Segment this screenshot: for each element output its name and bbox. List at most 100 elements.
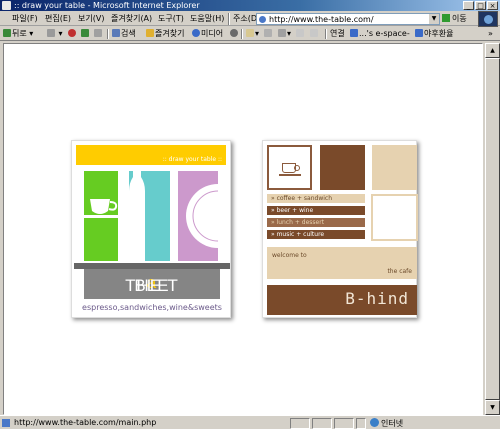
tan-tile (372, 145, 417, 190)
address-url[interactable]: http://www.the-table.com/ (269, 15, 374, 24)
cafe-menu-card: » coffee + sandwich » beer + wine » lunc… (262, 140, 418, 318)
status-panel (356, 418, 366, 429)
draw-your-table-text: :: draw your table :: (162, 156, 222, 163)
maximize-button[interactable]: □ (475, 1, 486, 10)
menu-favorites[interactable]: 즐겨찾기(A) (111, 14, 152, 24)
minimize-button[interactable]: _ (463, 1, 474, 10)
bottle-icon (129, 171, 145, 261)
close-button[interactable]: × (487, 1, 498, 10)
back-label: 뒤로 (12, 29, 27, 38)
tagline: espresso,sandwiches,wine&sweets (82, 303, 222, 312)
globe-icon (370, 418, 379, 427)
zone-label: 인터넷 (381, 419, 404, 428)
edit-button[interactable]: ▾ (278, 29, 291, 39)
toolbar-separator (325, 29, 327, 39)
toolbar-separator (107, 29, 109, 39)
print-icon (264, 29, 272, 37)
window-title-bar: :: draw your table - Microsoft Internet … (0, 0, 500, 11)
search-button[interactable]: 검색 (112, 29, 136, 39)
media-label: 미디어 (201, 29, 224, 38)
links-label: 연결 (330, 29, 345, 38)
search-icon (112, 29, 120, 37)
stop-button[interactable] (68, 29, 77, 39)
small-cup-icon (282, 163, 300, 173)
print-button[interactable] (264, 29, 273, 39)
scroll-thumb[interactable] (485, 58, 500, 400)
cup-thumbnail[interactable] (267, 145, 312, 190)
the-table-title: THE Ta BLE (84, 272, 220, 295)
link-espace[interactable]: ...'s e-space- (350, 29, 410, 39)
refresh-icon (81, 29, 89, 37)
messenger-button[interactable] (310, 29, 319, 39)
toolbar-separator (241, 29, 243, 39)
menu-help[interactable]: 도움말(H) (190, 14, 224, 24)
welcome-panel: welcome to the cafe (267, 247, 417, 279)
favorites-button[interactable]: 즐겨찾기 (146, 29, 184, 39)
b-hind-banner[interactable]: B-hind (267, 285, 417, 315)
vertical-scrollbar[interactable]: ▲ ▼ (484, 43, 500, 415)
favorites-label: 즐겨찾기 (155, 29, 185, 38)
the-cafe-text: the cafe (387, 268, 412, 275)
plate-icon (186, 184, 250, 248)
address-dropdown-icon[interactable]: ▼ (429, 14, 439, 24)
menu-separator (228, 13, 230, 25)
yellow-banner: :: draw your table :: (76, 145, 226, 165)
welcome-text: welcome to (272, 252, 307, 259)
scroll-down-icon[interactable]: ▼ (485, 400, 500, 415)
brown-tile (320, 145, 365, 190)
forward-arrow-icon (47, 29, 55, 37)
forward-button[interactable]: ▾ (47, 29, 63, 39)
history-button[interactable] (230, 29, 239, 39)
refresh-button[interactable] (81, 29, 90, 39)
link-yahoo-label: 야후환율 (424, 29, 454, 38)
lilac-panel (178, 171, 250, 261)
page-content: :: draw your table :: THE Ta BLE espresso… (3, 43, 483, 415)
go-label: 이동 (452, 14, 467, 23)
status-url: http://www.the-table.com/main.php (14, 418, 157, 427)
discuss-icon (296, 29, 304, 37)
history-icon (230, 29, 238, 37)
the-table-logo-card[interactable]: :: draw your table :: THE Ta BLE espresso… (71, 140, 250, 318)
ie-icon (2, 1, 11, 10)
menu-music-culture[interactable]: » music + culture (267, 230, 365, 239)
back-button[interactable]: 뒤로 ▾ (3, 29, 33, 39)
scroll-up-icon[interactable]: ▲ (485, 43, 500, 58)
cup-icon (84, 199, 118, 218)
menu-edit[interactable]: 편집(E) (45, 14, 71, 24)
menu-beer-wine[interactable]: » beer + wine (267, 206, 365, 215)
edit-icon (278, 29, 286, 37)
address-bar[interactable]: http://www.the-table.com/ ▼ (256, 13, 440, 25)
home-icon (94, 29, 102, 37)
status-panel (290, 418, 310, 429)
favorites-icon (146, 29, 154, 37)
menu-lunch-dessert[interactable]: » lunch + dessert (267, 218, 365, 227)
mail-button[interactable]: ▾ (246, 29, 259, 39)
link-yahoo-rate[interactable]: 야후환율 (415, 29, 453, 39)
link-espace-label: ...'s e-space- (359, 29, 410, 38)
status-panel (312, 418, 332, 429)
menu-view[interactable]: 보기(V) (78, 14, 104, 24)
go-arrow-icon (442, 14, 450, 22)
menu-bar: 파일(F) 편집(E) 보기(V) 즐겨찾기(A) 도구(T) 도움말(H) 주… (0, 12, 500, 26)
name-part-2: BLE (134, 276, 170, 295)
status-bar: http://www.the-table.com/main.php 인터넷 (0, 415, 500, 429)
ie-page-icon (415, 29, 423, 37)
menu-tools[interactable]: 도구(T) (158, 14, 184, 24)
the-table-name-box: THE Ta BLE (84, 269, 220, 299)
media-button[interactable]: 미디어 (192, 29, 223, 39)
home-button[interactable] (94, 29, 103, 39)
frame-tile (371, 194, 418, 241)
stop-icon (68, 29, 76, 37)
links-more-button[interactable]: » (488, 29, 493, 39)
discuss-button[interactable] (296, 29, 305, 39)
small-saucer-icon (279, 174, 301, 176)
page-status-icon (2, 419, 10, 427)
page-icon (259, 16, 266, 23)
menu-coffee-sandwich[interactable]: » coffee + sandwich (267, 194, 365, 203)
go-button[interactable]: 이동 (442, 14, 467, 24)
menu-file[interactable]: 파일(F) (12, 14, 38, 24)
toolbar: 뒤로 ▾ ▾ 검색 즐겨찾기 미디어 ▾ ▾ 연결 ...'s e-space-… (0, 27, 500, 41)
teal-panel (129, 171, 170, 261)
media-icon (192, 29, 200, 37)
search-label: 검색 (121, 29, 136, 38)
